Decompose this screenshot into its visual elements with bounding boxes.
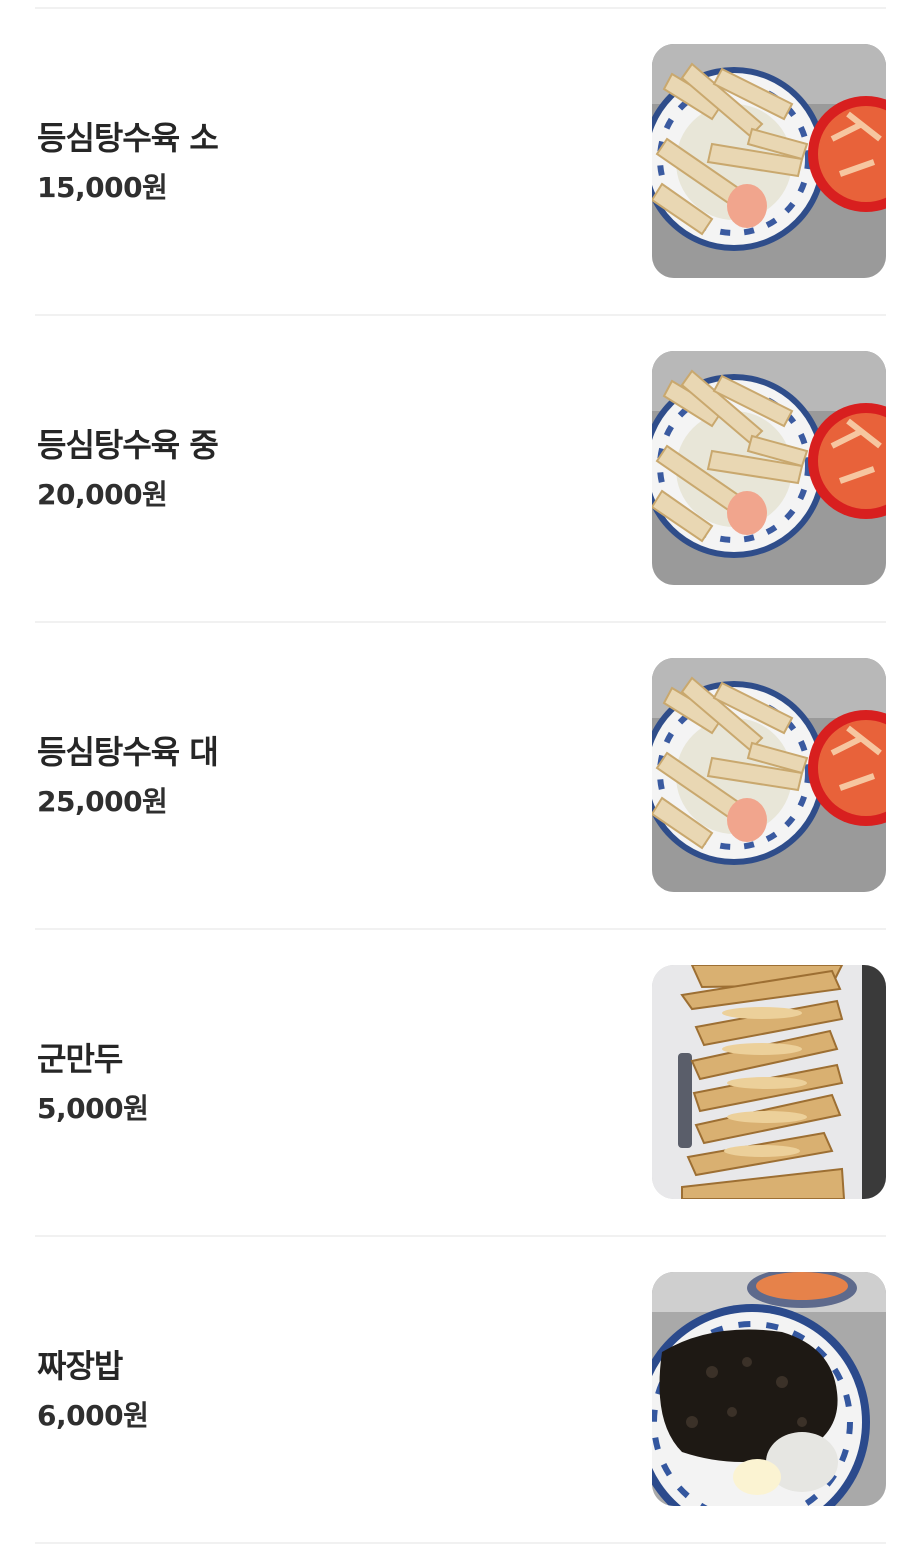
menu-item-text: 등심탕수육 소 15,000원 [37, 9, 219, 314]
menu-item-text: 등심탕수육 중 20,000원 [37, 316, 219, 621]
menu-item-text: 군만두 5,000원 [37, 930, 149, 1235]
menu-item-photo[interactable] [652, 965, 886, 1199]
menu-item-photo[interactable] [652, 351, 886, 585]
sweet-sour-pork-photo [652, 351, 886, 585]
menu-item-price: 5,000원 [37, 1091, 149, 1125]
menu-item[interactable]: 등심탕수육 중 20,000원 [35, 316, 886, 623]
sweet-sour-pork-photo [652, 658, 886, 892]
menu-item-name: 등심탕수육 소 [37, 118, 219, 157]
menu-item-price: 15,000원 [37, 170, 168, 204]
menu-item-text: 짜장밥 6,000원 [37, 1237, 149, 1542]
menu-item[interactable]: 군만두 5,000원 [35, 930, 886, 1237]
menu-item-name: 등심탕수육 중 [37, 425, 219, 464]
sweet-sour-pork-photo [652, 44, 886, 278]
menu-item-text: 등심탕수육 대 25,000원 [37, 623, 219, 928]
menu-item-price: 25,000원 [37, 784, 168, 818]
fried-dumplings-photo [652, 965, 886, 1199]
menu-item-name: 짜장밥 [37, 1346, 123, 1385]
menu-item-name: 군만두 [37, 1039, 123, 1078]
jjajang-rice-photo [652, 1272, 886, 1506]
menu-item-photo[interactable] [652, 658, 886, 892]
menu-item[interactable]: 등심탕수육 소 15,000원 [35, 9, 886, 316]
menu-item-photo[interactable] [652, 44, 886, 278]
menu-item[interactable]: 짜장밥 6,000원 [35, 1237, 886, 1544]
menu-item[interactable]: 등심탕수육 대 25,000원 [35, 623, 886, 930]
menu-list: 등심탕수육 소 15,000원 등심탕수육 중 20,000원 등심탕수육 대 … [0, 9, 900, 1544]
menu-item-price: 20,000원 [37, 477, 168, 511]
menu-item-photo[interactable] [652, 1272, 886, 1506]
menu-item-name: 등심탕수육 대 [37, 732, 219, 771]
menu-item-price: 6,000원 [37, 1398, 149, 1432]
